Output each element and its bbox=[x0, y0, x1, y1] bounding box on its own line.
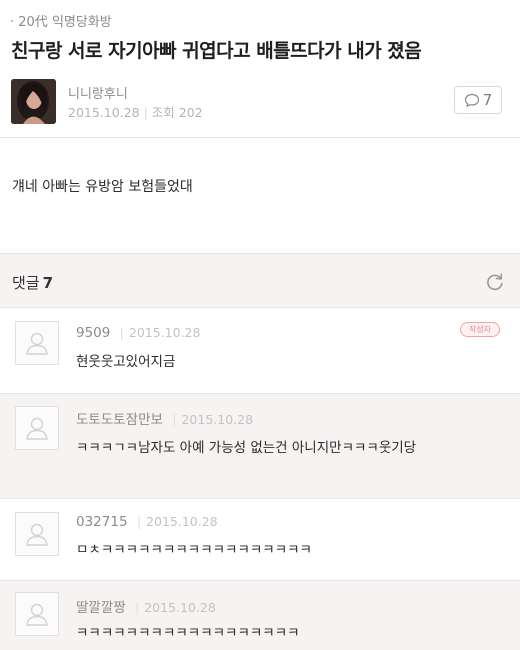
comments-count: 7 bbox=[42, 274, 54, 292]
refresh-icon[interactable] bbox=[484, 271, 506, 293]
comment-name[interactable]: 도토도토잠만보 bbox=[76, 412, 163, 428]
comment-avatar[interactable] bbox=[15, 321, 59, 365]
comment-item: 032715 | 2015.10.28 ㅁㅊㅋㅋㅋㅋㅋㅋㅋㅋㅋㅋㅋㅋㅋㅋㅋㅋㅋ bbox=[0, 498, 520, 580]
post-date: 2015.10.28 bbox=[68, 105, 140, 120]
author-badge: 작성자 bbox=[460, 322, 500, 337]
comment-avatar[interactable] bbox=[15, 512, 59, 556]
comment-item: 도토도토잠만보 | 2015.10.28 ㅋㅋㅋㄱㅋ남자도 아예 가능성 없는건 … bbox=[0, 393, 520, 498]
comment-count-button[interactable]: 7 bbox=[454, 86, 502, 114]
comment-name[interactable]: 딸깔깔짱 bbox=[76, 600, 126, 616]
comment-date: 2015.10.28 bbox=[128, 325, 201, 340]
author-avatar[interactable] bbox=[11, 79, 56, 124]
default-user-icon bbox=[26, 417, 48, 440]
comment-avatar[interactable] bbox=[15, 406, 59, 450]
post-body: 걔네 아빠는 유방암 보험들었대 bbox=[12, 179, 193, 195]
post-title: 친구랑 서로 자기아빠 귀엽다고 배틀뜨다가 내가 졌음 bbox=[11, 40, 422, 62]
comments-label: 댓글 bbox=[12, 274, 40, 292]
comment-name[interactable]: 9509 bbox=[76, 325, 110, 341]
post-card: · 20代 익명당화방 친구랑 서로 자기아빠 귀엽다고 배틀뜨다가 내가 졌음… bbox=[0, 0, 520, 253]
comment-item: 9509 | 2015.10.28 작성자 현웃웃고있어지금 bbox=[0, 307, 520, 393]
comment-name[interactable]: 032715 bbox=[76, 514, 128, 530]
comment-text: ㅁㅊㅋㅋㅋㅋㅋㅋㅋㅋㅋㅋㅋㅋㅋㅋㅋㅋㅋ bbox=[76, 542, 312, 558]
divider bbox=[0, 137, 520, 138]
comment-avatar[interactable] bbox=[15, 592, 59, 636]
comment-author: 032715 | 2015.10.28 bbox=[76, 514, 218, 530]
default-user-icon bbox=[26, 523, 48, 546]
comment-text: ㅋㅋㅋㅋㅋㅋㅋㅋㅋㅋㅋㅋㅋㅋㅋㅋㅋㅋ bbox=[76, 625, 300, 641]
comment-date: 2015.10.28 bbox=[144, 600, 216, 615]
comments-header: 댓글 7 bbox=[0, 253, 520, 307]
comment-text: ㅋㅋㅋㄱㅋ남자도 아예 가능성 없는건 아니지만ㅋㅋㅋ웃기당 bbox=[76, 440, 417, 456]
speech-bubble-icon bbox=[464, 93, 479, 107]
default-user-icon bbox=[26, 332, 48, 355]
comment-author: 9509 | 2015.10.28 bbox=[76, 325, 201, 341]
board-name[interactable]: · 20代 익명당화방 bbox=[10, 11, 112, 30]
post-meta: 2015.10.28 | 조회 202 bbox=[68, 105, 203, 120]
comment-count: 7 bbox=[482, 91, 493, 109]
post-views: 조회 202 bbox=[151, 105, 203, 120]
comment-date: 2015.10.28 bbox=[181, 412, 254, 427]
comment-date: 2015.10.28 bbox=[146, 514, 218, 529]
board-label: 20代 익명당화방 bbox=[18, 15, 112, 30]
author-name[interactable]: 니니랑후니 bbox=[68, 83, 128, 102]
default-user-icon bbox=[26, 603, 48, 626]
comment-item: 딸깔깔짱 | 2015.10.28 ㅋㅋㅋㅋㅋㅋㅋㅋㅋㅋㅋㅋㅋㅋㅋㅋㅋㅋ bbox=[0, 580, 520, 650]
comment-text: 현웃웃고있어지금 bbox=[76, 354, 176, 370]
comments-title: 댓글 7 bbox=[12, 272, 53, 293]
comment-author: 도토도토잠만보 | 2015.10.28 bbox=[76, 412, 254, 428]
comment-author: 딸깔깔짱 | 2015.10.28 bbox=[76, 600, 216, 616]
profile-photo-icon bbox=[11, 79, 56, 124]
